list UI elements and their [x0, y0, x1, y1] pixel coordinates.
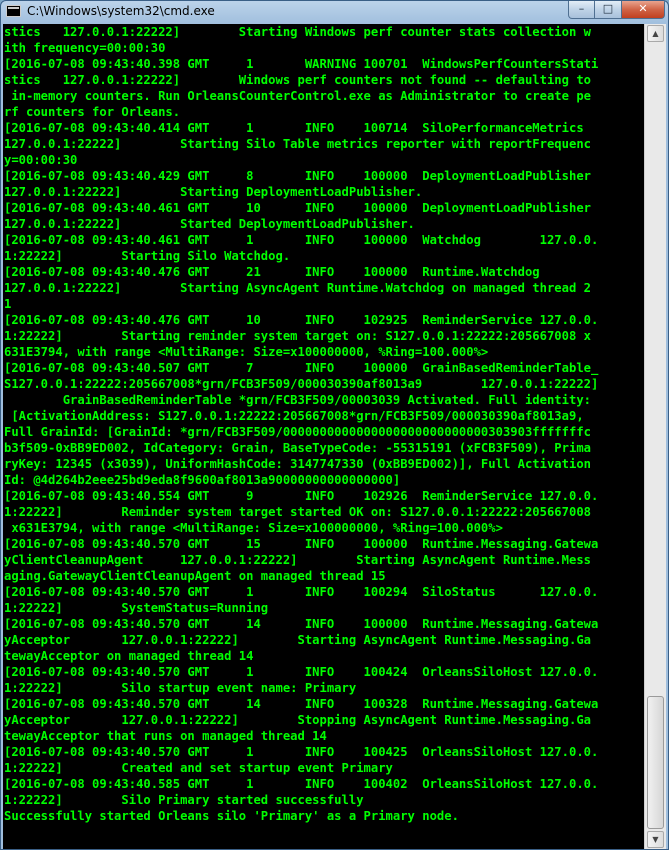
console-line: 1:22222] Created and set startup event P…	[4, 761, 393, 775]
minimize-button[interactable]: –	[568, 1, 595, 19]
scrollbar-thumb[interactable]	[647, 696, 664, 829]
console-line: [2016-07-08 09:43:40.570 GMT 15 INFO 100…	[4, 537, 599, 551]
console-line: [2016-07-08 09:43:40.585 GMT 1 INFO 1004…	[4, 777, 599, 791]
console-output[interactable]: stics 127.0.0.1:22222] Starting Windows …	[3, 24, 644, 849]
console-icon[interactable]	[6, 5, 21, 17]
console-line: y=00:00:30	[4, 153, 78, 167]
console-line: tewayAcceptor that runs on managed threa…	[4, 729, 327, 743]
console-line: [2016-07-08 09:43:40.570 GMT 14 INFO 100…	[4, 697, 599, 711]
console-line: [2016-07-08 09:43:40.429 GMT 8 INFO 1000…	[4, 169, 591, 183]
console-line: [2016-07-08 09:43:40.461 GMT 10 INFO 100…	[4, 201, 591, 215]
console-line: Id: @4d264b2eee25bd9eda8f9600af8013a9000…	[4, 473, 401, 487]
console-line: 127.0.0.1:22222] Started DeploymentLoadP…	[4, 217, 415, 231]
console-line: 631E3794, with range <MultiRange: Size=x…	[4, 345, 489, 359]
console-line: 127.0.0.1:22222] Starting AsyncAgent Run…	[4, 281, 591, 295]
console-line: [2016-07-08 09:43:40.570 GMT 14 INFO 100…	[4, 617, 599, 631]
maximize-button[interactable]: □	[595, 1, 622, 19]
console-line: [2016-07-08 09:43:40.570 GMT 1 INFO 1004…	[4, 665, 599, 679]
console-line: 1:22222] Reminder system target started …	[4, 505, 591, 519]
console-line: yClientCleanupAgent 127.0.0.1:22222] Sta…	[4, 553, 591, 567]
vertical-scrollbar[interactable]: ▲ ▼	[644, 24, 666, 849]
close-button[interactable]: ✕	[622, 1, 665, 19]
console-line: [2016-07-08 09:43:40.476 GMT 21 INFO 100…	[4, 265, 540, 279]
console-line: [2016-07-08 09:43:40.398 GMT 1 WARNING 1…	[4, 57, 599, 71]
console-line: [2016-07-08 09:43:40.570 GMT 1 INFO 1004…	[4, 745, 599, 759]
console-line: 127.0.0.1:22222] Starting DeploymentLoad…	[4, 185, 423, 199]
console-line: ryKey: 12345 (x3039), UniformHashCode: 3…	[4, 457, 591, 471]
console-line: [2016-07-08 09:43:40.507 GMT 7 INFO 1000…	[4, 361, 599, 375]
console-line: 1:22222] Silo Primary started successful…	[4, 793, 364, 807]
console-line: x631E3794, with range <MultiRange: Size=…	[4, 521, 503, 535]
console-line: 1:22222] SystemStatus=Running	[4, 601, 269, 615]
console-line: 1:22222] Starting Silo Watchdog.	[4, 249, 291, 263]
console-line: [ActivationAddress: S127.0.0.1:22222:205…	[4, 409, 584, 423]
console-line: 127.0.0.1:22222] Starting Silo Table met…	[4, 137, 591, 151]
console-line: tewayAcceptor on managed thread 14	[4, 649, 254, 663]
console-line: in-memory counters. Run OrleansCounterCo…	[4, 89, 591, 103]
console-line: [2016-07-08 09:43:40.554 GMT 9 INFO 1029…	[4, 489, 599, 503]
title-bar[interactable]: C:\Windows\system32\cmd.exe – □ ✕	[1, 1, 668, 23]
console-line: S127.0.0.1:22222:205667008*grn/FCB3F509/…	[4, 377, 599, 391]
console-line: Successfully started Orleans silo 'Prima…	[4, 809, 459, 823]
console-line: aging.GatewayClientCleanupAgent on manag…	[4, 569, 386, 583]
console-line: 1	[4, 297, 12, 311]
console-line: GrainBasedReminderTable *grn/FCB3F509/00…	[4, 393, 591, 407]
console-line: stics 127.0.0.1:22222] Windows perf coun…	[4, 73, 591, 87]
caption-buttons: – □ ✕	[568, 1, 665, 20]
console-line: yAcceptor 127.0.0.1:22222] Stopping Asyn…	[4, 713, 591, 727]
console-line: rf counters for Orleans.	[4, 105, 181, 119]
console-line: [2016-07-08 09:43:40.414 GMT 1 INFO 1007…	[4, 121, 584, 135]
console-line: 1:22222] Silo startup event name: Primar…	[4, 681, 357, 695]
console-line: ith frequency=00:00:30	[4, 41, 166, 55]
console-line: [2016-07-08 09:43:40.476 GMT 10 INFO 102…	[4, 313, 599, 327]
cmd-window: C:\Windows\system32\cmd.exe – □ ✕ stics …	[0, 0, 669, 850]
scroll-down-arrow-icon[interactable]: ▼	[647, 831, 664, 848]
console-line: Full GrainId: [GrainId: *grn/FCB3F509/00…	[4, 425, 591, 439]
console-line: b3f509-0xBB9ED002, IdCategory: Grain, Ba…	[4, 441, 591, 455]
console-line: stics 127.0.0.1:22222] Starting Windows …	[4, 25, 591, 39]
scroll-up-arrow-icon[interactable]: ▲	[647, 25, 664, 42]
console-line: 1:22222] Starting reminder system target…	[4, 329, 591, 343]
console-line: [2016-07-08 09:43:40.570 GMT 1 INFO 1002…	[4, 585, 599, 599]
console-line: yAcceptor 127.0.0.1:22222] Starting Asyn…	[4, 633, 591, 647]
console-line: [2016-07-08 09:43:40.461 GMT 1 INFO 1000…	[4, 233, 599, 247]
window-title: C:\Windows\system32\cmd.exe	[27, 4, 215, 18]
